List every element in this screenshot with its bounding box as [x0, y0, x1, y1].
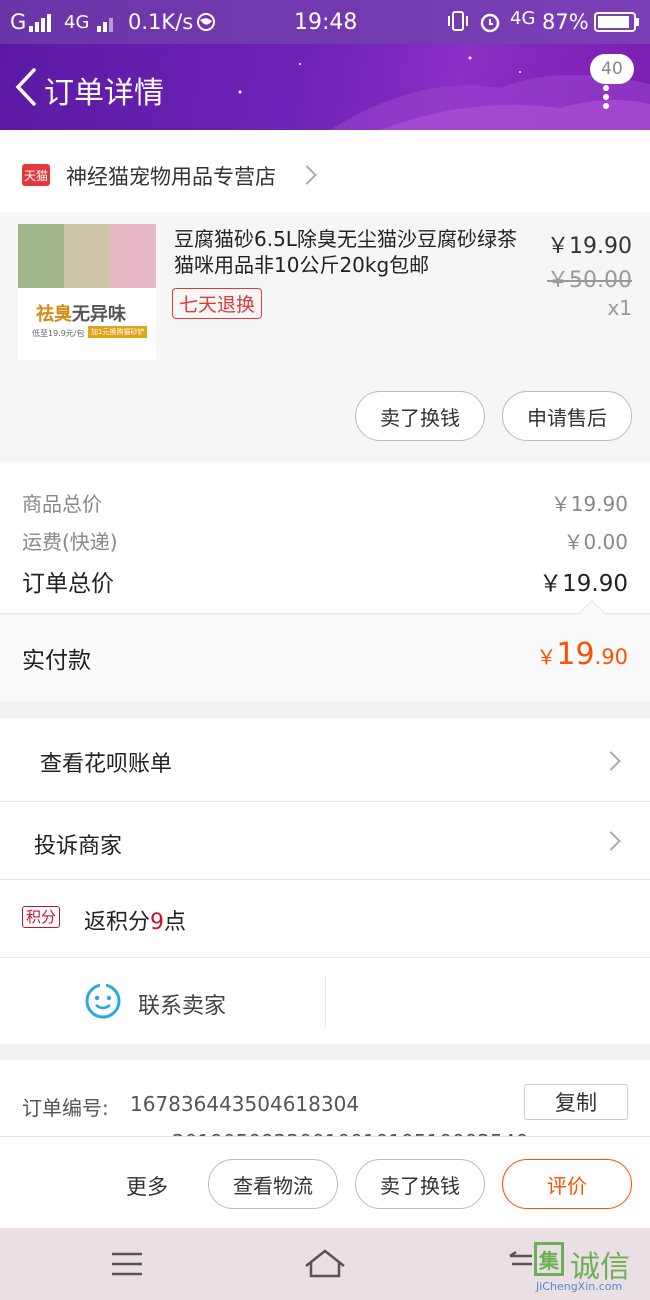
shop-chevron-icon — [297, 165, 317, 185]
apply-after-sales-button[interactable]: 申请售后 — [502, 391, 632, 441]
net-speed: 0.1K/s — [128, 10, 194, 34]
points-text-pre: 返积分 — [84, 910, 151, 935]
order-total-label: 订单总价 — [22, 571, 114, 597]
thumb-text-main: 祛臭 — [36, 304, 72, 325]
goods-total-value: ￥19.90 — [550, 492, 628, 516]
network-4g-label: 4G — [64, 12, 90, 33]
order-number-value: 167836443504618304 — [130, 1092, 360, 1116]
thumb-small-2: 加1元换购猫砂铲 — [88, 326, 148, 338]
chat-smile-icon — [84, 982, 122, 1024]
goods-total-label: 商品总价 — [22, 492, 102, 516]
order-total-value: ￥19.90 — [539, 571, 628, 597]
paid-amount: ￥19.90 — [536, 637, 628, 672]
back-arrow-icon — [15, 68, 36, 106]
points-text-post: 点 — [164, 910, 187, 935]
back-button[interactable] — [8, 64, 48, 110]
points-tag: 积分 — [22, 906, 61, 928]
return-policy-tag: 七天退换 — [172, 288, 263, 319]
bottom-action-bar: 更多 查看物流 卖了换钱 评价 — [0, 1136, 650, 1228]
watermark-logo-icon: 集 — [534, 1242, 564, 1276]
signal-icon-2 — [96, 12, 118, 37]
paid-currency: ￥ — [536, 645, 557, 669]
product-original-price: ￥50.00 — [547, 268, 632, 293]
thumb-small-1: 低至19.9元/包 — [32, 329, 85, 338]
complain-seller-row[interactable]: 投诉商家 — [0, 802, 650, 880]
contact-row: 联系卖家 — [0, 958, 650, 1044]
paid-label: 实付款 — [22, 648, 91, 674]
header-bar: 订单详情 40 — [0, 44, 650, 130]
battery-icon — [594, 12, 640, 37]
shipping-label: 运费(快递) — [22, 530, 118, 554]
more-menu-icon[interactable] — [598, 84, 614, 110]
paid-amount-row: 实付款 ￥19.90 — [0, 615, 650, 701]
tmall-icon: 天猫 — [22, 164, 50, 186]
shop-row[interactable]: 天猫 神经猫宠物用品专营店 — [0, 130, 650, 212]
product-price: ￥19.90 — [547, 234, 632, 259]
sell-for-cash-button[interactable]: 卖了换钱 — [355, 391, 485, 441]
more-actions-button[interactable]: 更多 — [126, 1171, 168, 1201]
shop-name[interactable]: 神经猫宠物用品专营店 — [66, 161, 276, 191]
watermark-domain: JiChengXin.com — [536, 1280, 623, 1293]
review-button[interactable]: 评价 — [502, 1159, 632, 1209]
sell-for-cash-footer-button[interactable]: 卖了换钱 — [355, 1159, 485, 1209]
contact-seller-button[interactable]: 联系卖家 — [138, 988, 226, 1020]
paid-integer: 19 — [556, 637, 595, 672]
menu-icon[interactable] — [110, 1250, 144, 1282]
copy-button[interactable]: 复制 — [524, 1084, 628, 1120]
points-row: 积分 返积分9点 — [0, 880, 650, 958]
product-card[interactable]: 祛臭无异味 低至19.9元/包 加1元换购猫砂铲 豆腐猫砂6.5L除臭无尘猫沙豆… — [0, 212, 650, 462]
thumb-text-sub: 无异味 — [72, 304, 126, 325]
points-number: 9 — [150, 910, 165, 935]
huabei-bill-row[interactable]: 查看花呗账单 — [0, 718, 650, 802]
message-count-badge[interactable]: 40 — [590, 54, 634, 84]
order-number-label: 订单编号: — [22, 1096, 109, 1120]
shipping-value: ￥0.00 — [563, 530, 628, 554]
price-summary: 商品总价 ￥19.90 运费(快递) ￥0.00 订单总价 ￥19.90 — [0, 462, 650, 614]
signal-icon — [28, 12, 54, 37]
huabei-chevron-icon — [601, 751, 621, 771]
system-nav-bar: 集 诚信 JiChengXin.com — [0, 1228, 650, 1300]
clock-time: 19:48 — [294, 10, 358, 35]
contact-divider — [325, 976, 326, 1026]
product-quantity: x1 — [607, 296, 632, 320]
page-title: 订单详情 — [44, 76, 164, 111]
complain-chevron-icon — [601, 831, 621, 851]
product-title[interactable]: 豆腐猫砂6.5L除臭无尘猫沙豆腐砂绿茶猫咪用品非10公斤20kg包邮 — [174, 226, 526, 278]
product-thumbnail[interactable]: 祛臭无异味 低至19.9元/包 加1元换购猫砂铲 — [18, 224, 156, 360]
paid-decimal: .90 — [594, 645, 628, 669]
globe-icon — [196, 12, 216, 37]
home-icon[interactable] — [303, 1246, 347, 1284]
huabei-bill-label[interactable]: 查看花呗账单 — [40, 746, 172, 778]
complain-seller-label[interactable]: 投诉商家 — [34, 828, 122, 860]
vibrate-icon — [446, 10, 470, 37]
battery-percent: 87% — [542, 10, 589, 34]
view-logistics-button[interactable]: 查看物流 — [208, 1159, 338, 1209]
network-4g2-label: 4G — [510, 8, 536, 29]
status-bar: G 4G 0.1K/s 19:48 4G 87% — [0, 0, 650, 44]
alarm-icon — [478, 10, 502, 39]
points-text: 返积分9点 — [84, 904, 186, 936]
network-label: G — [10, 10, 27, 34]
